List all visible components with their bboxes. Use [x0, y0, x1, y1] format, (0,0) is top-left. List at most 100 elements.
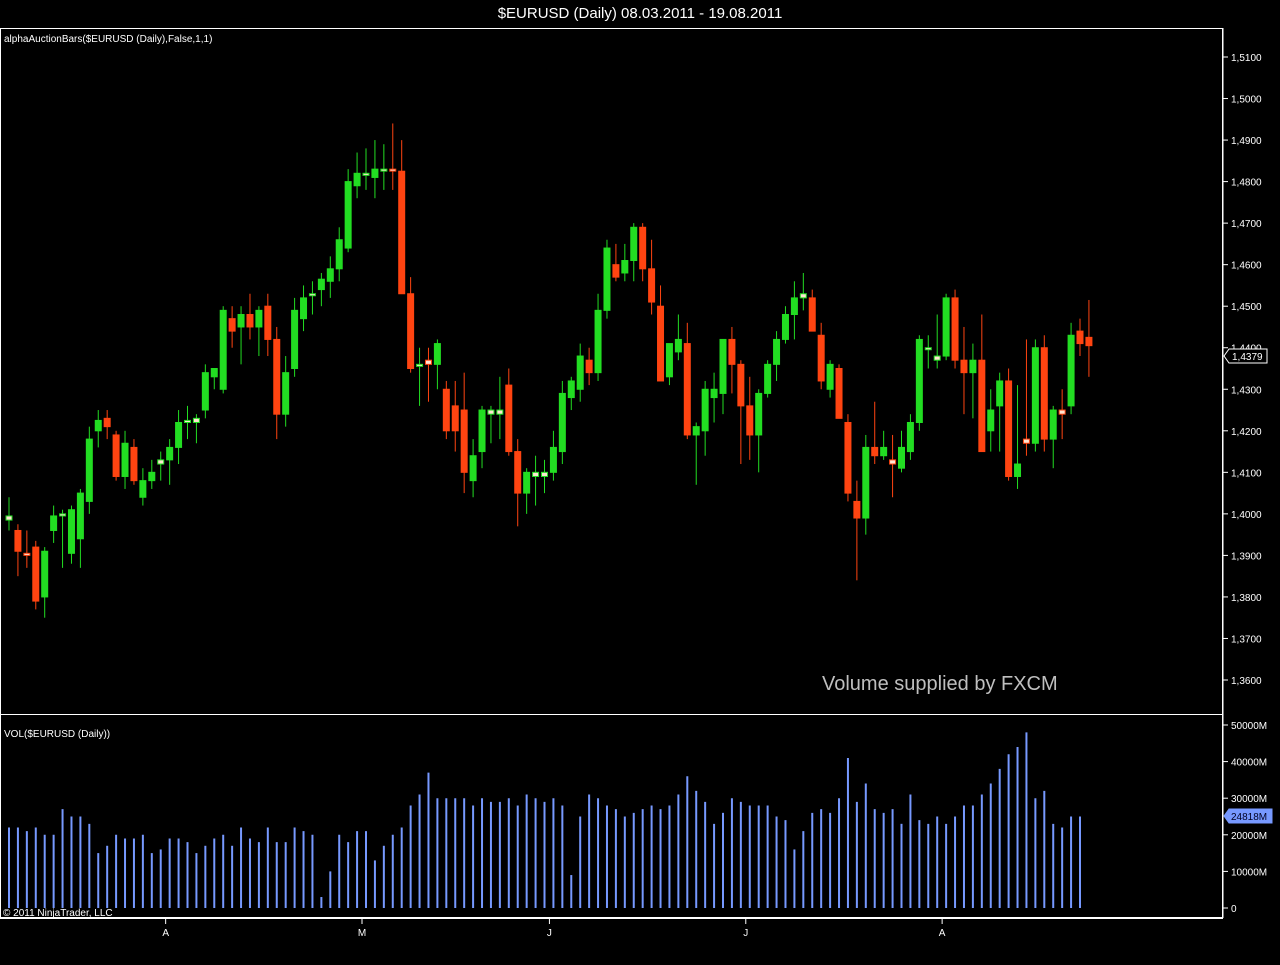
candle-body	[433, 343, 441, 365]
candle	[478, 405, 486, 469]
price-tick-label: 1,5000	[1231, 95, 1262, 106]
candle-body	[844, 421, 852, 494]
candle	[157, 451, 165, 481]
chart-canvas[interactable]: alphaAuctionBars($EURUSD (Daily),False,1…	[0, 0, 1280, 965]
candle	[210, 368, 218, 390]
candle-body	[505, 384, 513, 453]
candle-body	[1085, 336, 1093, 347]
candle-body	[710, 388, 718, 399]
candle-body	[648, 268, 656, 303]
candle-body	[157, 459, 165, 465]
candle	[326, 256, 334, 298]
candle	[94, 410, 102, 448]
price-tick-label: 1,3800	[1231, 593, 1262, 604]
candle	[1022, 339, 1030, 456]
candle	[1049, 405, 1057, 469]
candle-body	[790, 297, 798, 316]
candle	[969, 343, 977, 419]
candle	[175, 410, 183, 465]
candle	[273, 326, 281, 440]
candle	[674, 314, 682, 361]
candle-body	[728, 338, 736, 365]
candle-body	[951, 297, 959, 361]
candle-body	[880, 446, 888, 457]
date-tick-label: M	[358, 928, 366, 939]
candle-body	[5, 515, 13, 521]
candle	[192, 414, 200, 444]
candle-body	[906, 421, 914, 453]
candle-body	[996, 380, 1004, 407]
candle	[871, 401, 879, 465]
candle-body	[308, 293, 316, 297]
candle	[996, 372, 1004, 452]
candle-body	[353, 172, 361, 187]
price-tick-label: 1,4300	[1231, 385, 1262, 396]
candle-body	[50, 515, 58, 531]
candle	[737, 360, 745, 465]
candle-body	[549, 446, 557, 473]
candle-body	[915, 338, 923, 423]
price-tick-label: 1,5100	[1231, 53, 1262, 64]
candle-body	[389, 168, 397, 172]
price-panel-frame[interactable]	[0, 28, 1223, 715]
price-tick-label: 1,4700	[1231, 219, 1262, 230]
candle	[85, 426, 93, 514]
candle	[237, 306, 245, 365]
candle-body	[853, 500, 861, 519]
candle	[1014, 385, 1022, 489]
candle-body	[862, 446, 870, 519]
price-axis: 1,3600 1,3700 1,3800 1,3900 1,4000 1,4100 1,42…	[1223, 53, 1262, 687]
candle	[549, 430, 557, 481]
candle	[121, 430, 129, 489]
candle	[371, 140, 379, 199]
candle	[880, 430, 888, 460]
candle-body	[630, 226, 638, 262]
price-tick-label: 1,4200	[1231, 427, 1262, 438]
date-axis: AMJJA	[162, 918, 946, 939]
candle	[514, 439, 522, 527]
candle-body	[1014, 463, 1022, 477]
candle-body	[585, 359, 593, 374]
candle	[67, 505, 75, 564]
candle	[532, 455, 540, 506]
candle	[246, 293, 254, 340]
candle-body	[175, 421, 183, 448]
candle	[960, 326, 968, 415]
candle-body	[1067, 334, 1075, 407]
candle-body	[781, 314, 789, 340]
candle-body	[380, 168, 388, 172]
candle-body	[737, 363, 745, 407]
candle	[951, 289, 959, 369]
candle-body	[451, 405, 459, 432]
candle-body	[85, 438, 93, 502]
candle	[219, 306, 227, 394]
candle	[978, 314, 986, 453]
candle	[496, 376, 504, 440]
candle-body	[416, 363, 424, 367]
candle	[576, 343, 584, 402]
candle-body	[148, 471, 156, 482]
candle-body	[969, 359, 977, 374]
candle	[380, 144, 388, 190]
candle-body	[300, 297, 308, 320]
candle	[701, 380, 709, 456]
candle	[603, 239, 611, 319]
candle-body	[478, 409, 486, 453]
candle	[308, 281, 316, 315]
candle-body	[657, 305, 665, 382]
candle-body	[192, 417, 200, 423]
candle	[898, 430, 905, 473]
candle-body	[67, 509, 75, 554]
candle	[808, 289, 816, 332]
candle-body	[371, 168, 379, 178]
candle-body	[32, 546, 40, 602]
candle-body	[317, 278, 325, 291]
candle	[166, 439, 174, 485]
candle-body	[344, 181, 352, 249]
candle	[407, 277, 415, 373]
candle	[817, 322, 825, 390]
volume-panel-frame[interactable]	[0, 714, 1223, 918]
candle-body	[228, 318, 236, 332]
candle	[1076, 318, 1084, 357]
candle-body	[612, 264, 620, 278]
